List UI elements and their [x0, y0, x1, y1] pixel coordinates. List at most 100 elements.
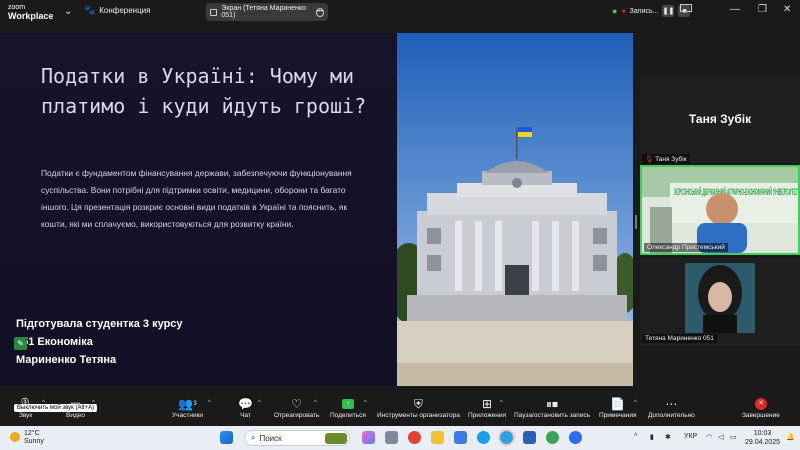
slide-title: Податки в Україні: Чому ми платимо і куд…: [41, 64, 367, 118]
host-tools-button[interactable]: ⛨ Инструменты организатора: [377, 396, 460, 420]
panel-resize-handle[interactable]: [635, 215, 637, 229]
zoom-window: zoom Workplace ⌄ 🐾 Конференция Экран (Те…: [0, 0, 800, 450]
notes-options-caret[interactable]: ^: [634, 400, 637, 406]
people-icon: 👥 3: [178, 397, 197, 411]
chat-icon: 💬: [238, 397, 253, 411]
audio-label: Звук: [18, 412, 33, 419]
participant-tile-2[interactable]: ХЕРСОНСЬКИЙ ДЕРЖАВНИЙ АГРАРНО-ЕКОНОМІЧНИ…: [640, 165, 800, 255]
more-options-icon[interactable]: •••: [315, 7, 324, 17]
recording-label: Запись...: [629, 7, 659, 15]
chrome-alt-icon[interactable]: [546, 431, 559, 444]
battery-icon[interactable]: ▭: [730, 433, 737, 441]
weather-condition: Sunny: [24, 438, 44, 445]
author-line3: Мариненко Тетяна: [16, 354, 117, 366]
meeting-info[interactable]: 🐾 Конференция: [84, 5, 150, 16]
end-meeting-button[interactable]: ✕ Завершение: [742, 396, 780, 419]
video-label: Видео: [66, 412, 85, 419]
language-indicator[interactable]: УКР: [684, 433, 697, 440]
maximize-button[interactable]: ❐: [758, 4, 767, 15]
more-icon: ⋯: [665, 397, 678, 411]
share-button[interactable]: ↑ Поделиться: [330, 396, 366, 419]
share-label: Поделиться: [330, 412, 366, 419]
shield-icon: ⛨: [413, 396, 423, 411]
pause-recording-button[interactable]: ❚❚: [662, 5, 675, 17]
taskbar-search[interactable]: ⌕ Поиск: [244, 430, 350, 446]
task-view-icon[interactable]: [385, 431, 398, 444]
search-icon: ⌕: [251, 433, 256, 442]
clock-time: 10:03: [753, 430, 772, 437]
share-options-caret[interactable]: ^: [364, 400, 367, 406]
taskbar-clock[interactable]: 10:03 29.04.2025: [745, 429, 780, 447]
notes-icon: 📄: [610, 397, 626, 411]
copilot-icon[interactable]: [362, 431, 375, 444]
chat-options-caret[interactable]: ^: [258, 400, 261, 406]
search-highlight-icon: [325, 432, 347, 444]
clock-date: 29.04.2025: [745, 439, 781, 446]
word-icon[interactable]: [523, 431, 536, 444]
brand-line2: Workplace: [8, 11, 54, 21]
view-button[interactable]: [680, 4, 692, 15]
recording-dot-icon: ●: [621, 7, 626, 15]
participant-label-3: Тетяна Мариненко 051: [642, 334, 717, 343]
more-button[interactable]: ⋯ Дополнительно: [648, 396, 695, 419]
meeting-toolbar: 🎙 Звук ^ ▭ Видео ^ 👥3 Участники ^ 💬 Чат …: [0, 396, 800, 426]
telegram-icon[interactable]: [500, 431, 513, 444]
screen-share-indicator[interactable]: Экран (Тетяна Мариненко 051) •••: [206, 3, 328, 21]
bluetooth-icon[interactable]: ✱: [665, 433, 671, 441]
apps-options-caret[interactable]: ^: [500, 400, 503, 406]
participant-label-2: Олександр Пристемський: [644, 243, 728, 252]
participant-label-1: 🎙 Таня Зубік: [642, 154, 690, 164]
participant-tile-3[interactable]: Тетяна Мариненко 051: [640, 258, 800, 346]
chat-button[interactable]: 💬 Чат: [238, 396, 253, 419]
pause-record-button[interactable]: ⏸⏹ Пауза/остановить запись: [514, 396, 590, 420]
author-line2: 051 Економіка: [16, 336, 93, 348]
skype-icon[interactable]: [477, 431, 490, 444]
screen-icon: [210, 8, 218, 16]
tray-chevron-icon[interactable]: ^: [634, 433, 637, 440]
react-button[interactable]: ♡ Отреагировать: [274, 396, 319, 419]
react-options-caret[interactable]: ^: [314, 400, 317, 406]
host-tools-label: Инструменты организатора: [377, 412, 460, 419]
participants-label: Участники: [172, 412, 204, 419]
weather-widget[interactable]: 12°C Sunny: [24, 430, 44, 446]
close-button[interactable]: ✕: [783, 4, 791, 15]
apps-label: Приложения: [468, 412, 507, 419]
weather-temp: 12°C: [24, 430, 40, 437]
shared-screen: Податки в Україні: Чому ми платимо і куд…: [0, 33, 633, 386]
building-photo: [397, 33, 633, 386]
network-icon[interactable]: ▮: [650, 433, 654, 441]
meeting-label: Конференция: [99, 6, 151, 15]
sun-icon: [10, 432, 20, 442]
wifi-icon[interactable]: ◠: [706, 433, 712, 441]
recording-indicator: ● ● Запись... ❚❚ ■: [612, 5, 691, 17]
participant-tile-1[interactable]: Таня Зубік: [640, 75, 800, 163]
participants-options-caret[interactable]: ^: [208, 400, 211, 406]
mute-tooltip: Выключить мой звук (Alt+A): [14, 404, 97, 412]
notes-label: Примечания: [599, 412, 637, 419]
title-bar: zoom Workplace ⌄ 🐾 Конференция Экран (Те…: [0, 0, 800, 24]
shield-icon: ●: [612, 6, 618, 16]
search-placeholder: Поиск: [259, 433, 282, 443]
notification-bell-icon[interactable]: 🔔: [786, 433, 795, 441]
store-icon[interactable]: [454, 431, 467, 444]
zoom-icon[interactable]: [569, 431, 582, 444]
end-icon: ✕: [754, 396, 767, 412]
university-banner-text: ХЕРСОНСЬКИЙ ДЕРЖАВНИЙ АГРАРНО-ЕКОНОМІЧНИ…: [674, 186, 798, 197]
participant-display-name: Таня Зубік: [688, 112, 752, 126]
author-line1: Підготувала студентка 3 курсу: [16, 318, 183, 330]
zoom-logo: zoom Workplace: [8, 3, 53, 21]
pause-stop-icon: ⏸⏹: [546, 396, 559, 411]
speaker-icon[interactable]: ◁: [718, 433, 723, 441]
end-label: Завершение: [742, 412, 780, 419]
notes-button[interactable]: 📄 Примечания: [599, 396, 637, 419]
chevron-down-icon[interactable]: ⌄: [64, 6, 72, 17]
paw-icon: 🐾: [84, 5, 96, 15]
apps-icon: ⊞: [481, 397, 493, 411]
participant-name: Таня Зубік: [655, 156, 687, 163]
minimize-button[interactable]: —: [730, 4, 740, 15]
participants-button[interactable]: 👥 3 Участники: [172, 396, 203, 419]
chrome-icon[interactable]: [408, 431, 421, 444]
file-explorer-icon[interactable]: [431, 431, 444, 444]
start-button[interactable]: [220, 431, 233, 444]
annotation-pen-icon[interactable]: ✎: [14, 337, 27, 350]
